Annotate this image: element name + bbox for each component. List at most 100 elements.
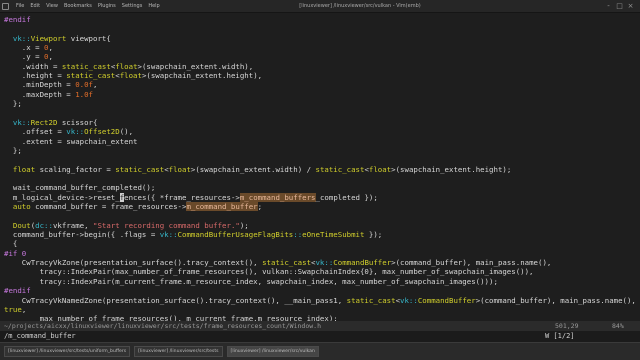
menu-file[interactable]: File (16, 0, 24, 13)
close-icon[interactable]: × (626, 2, 635, 11)
file-path: ~/projects/aicxx/linuxviewer/linuxviewer… (4, 322, 321, 330)
code-token: .y = (4, 52, 45, 62)
code-line[interactable]: }; (4, 146, 22, 156)
code-token: Offset2D (84, 127, 120, 137)
code-token: dc:: (35, 220, 53, 230)
taskbar-item-active[interactable]: [linuxviewer] /linuxviewer/src/vulkan (226, 346, 319, 357)
code-token: Dout (4, 220, 31, 230)
code-token: vk:: (400, 295, 418, 305)
command-line[interactable]: /m_command_buffer W [1/2] (0, 331, 640, 342)
code-line[interactable]: command_buffer->begin({ .flags = vk::Com… (4, 230, 382, 240)
menu-view[interactable]: View (46, 0, 58, 13)
code-line[interactable]: tracy::IndexPair(m_current_frame.m_resou… (4, 277, 498, 287)
menu-help[interactable]: Help (148, 0, 159, 13)
code-token: 1.0f (75, 89, 94, 99)
code-token: wait_command_buffer_completed(); (4, 183, 156, 193)
code-token: 0.0f (75, 80, 94, 90)
code-token: float (115, 61, 138, 71)
menu-plugins[interactable]: Plugins (98, 0, 116, 13)
minimize-icon[interactable]: - (604, 2, 613, 11)
code-token: command_buffer = frame_resources-> (30, 202, 187, 211)
code-token: tracy::IndexPair(m_current_frame.m_resou… (4, 276, 498, 286)
search-command[interactable]: /m_command_buffer (4, 331, 76, 342)
window-title: [linuxviewer] /linuxviewer/src/vulkan - … (299, 3, 421, 9)
code-token: eOneTimeSubmit (302, 230, 365, 240)
code-token: CwTracyVkNamedZone(presentation_surface(… (4, 295, 347, 305)
code-token: CommandBuffer (417, 295, 476, 305)
code-token: }); (364, 230, 383, 240)
code-token: , (93, 80, 98, 90)
code-token: ; (257, 202, 263, 211)
app-icon (2, 3, 9, 10)
code-token: :: (293, 230, 303, 240)
menu-settings[interactable]: Settings (122, 0, 143, 13)
code-token: float (4, 164, 36, 174)
code-line[interactable]: #endif (4, 15, 31, 25)
code-token: m_logical_device->reset_ (4, 192, 120, 202)
code-token: { (4, 239, 18, 249)
cursor-position: 501,29 (555, 322, 579, 330)
code-token: auto (4, 202, 31, 211)
menu-bookmarks[interactable]: Bookmarks (64, 0, 92, 13)
code-token: .x = (4, 43, 45, 53)
code-token: vk:: (159, 230, 178, 240)
menu-edit[interactable]: Edit (30, 0, 40, 13)
code-token: viewport{ (66, 33, 111, 43)
taskbar: [linuxviewer] /linuxviewer/src/tests/uni… (0, 342, 640, 360)
code-token: true (4, 304, 22, 314)
code-token: ences({ *frame_resources-> (124, 192, 240, 202)
code-token: tracy::IndexPair(max_number_of_frame_res… (4, 267, 534, 277)
status-line: ~/projects/aicxx/linuxviewer/linuxviewer… (0, 321, 640, 331)
window-titlebar: File Edit View Bookmarks Plugins Setting… (0, 0, 640, 13)
maximize-icon[interactable]: □ (615, 2, 624, 11)
code-token: static_cast (115, 164, 165, 174)
search-highlight: m_command_buffers (239, 192, 316, 202)
code-token: .height = (4, 71, 67, 81)
code-token: , (21, 304, 27, 314)
code-line[interactable]: float scaling_factor = static_cast<float… (4, 165, 511, 175)
code-token: scissor{ (57, 117, 98, 127)
code-line[interactable]: max_number_of_frame_resources(), m_curre… (4, 314, 338, 321)
code-token: CommandBuffer (333, 258, 392, 268)
code-token: >(command_buffer), main_pass.name(), (475, 295, 636, 305)
code-token: >(swapchain_extent.height), (141, 71, 263, 81)
code-line[interactable]: .extent = swapchain_extent (4, 137, 138, 147)
code-token: >(command_buffer), main_pass.name(), (391, 258, 552, 268)
code-token: >(swapchain_extent.height); (391, 164, 512, 174)
code-token: static_cast (262, 258, 312, 268)
code-token: max_number_of_frame_resources(), m_curre… (4, 314, 338, 321)
code-token: CommandBufferUsageFlagBits (177, 230, 294, 240)
code-token: }; (4, 145, 22, 155)
code-editor[interactable]: #endif vk::Viewport viewport{ .x = 0, .y… (0, 13, 640, 321)
code-token: vk:: (4, 33, 31, 43)
code-token: Viewport (30, 33, 67, 43)
code-token: .width = (4, 61, 62, 71)
taskbar-item[interactable]: [linuxviewer] /linuxviewer/src/tests (134, 346, 223, 357)
code-token: scaling_factor = (35, 164, 116, 174)
code-token: _completed }); (315, 192, 378, 202)
code-token: command_buffer->begin({ .flags = (4, 230, 160, 240)
code-token: static_cast (61, 61, 111, 71)
code-token: static_cast (315, 164, 365, 174)
code-line[interactable]: auto command_buffer = frame_resources->m… (4, 202, 262, 212)
taskbar-item[interactable]: [linuxviewer] /linuxviewer/src/tests/uni… (4, 346, 131, 357)
code-token: vkframe, (52, 220, 94, 230)
code-token: #if 0 (4, 248, 27, 258)
code-token: float (368, 164, 392, 174)
code-token: static_cast (66, 71, 116, 81)
code-line[interactable]: CwTracyVkNamedZone(presentation_surface(… (4, 296, 636, 306)
code-token: >(swapchain_extent.width) / (190, 164, 316, 174)
code-token: .maxDepth = (4, 89, 76, 99)
code-token: .minDepth = (4, 80, 76, 90)
code-line[interactable]: }; (4, 99, 22, 109)
code-token: "Start recording command buffer." (93, 220, 240, 230)
code-token: vk:: (66, 127, 85, 137)
code-token: vk:: (4, 117, 31, 127)
code-token: float (119, 71, 142, 81)
code-token: Rect2D (30, 117, 58, 127)
code-token: .extent = swapchain_extent (4, 136, 138, 146)
code-token: ); (239, 220, 249, 230)
code-token: , (48, 52, 53, 62)
code-token: #endif (4, 15, 31, 24)
scroll-percent: 84% (612, 322, 624, 330)
